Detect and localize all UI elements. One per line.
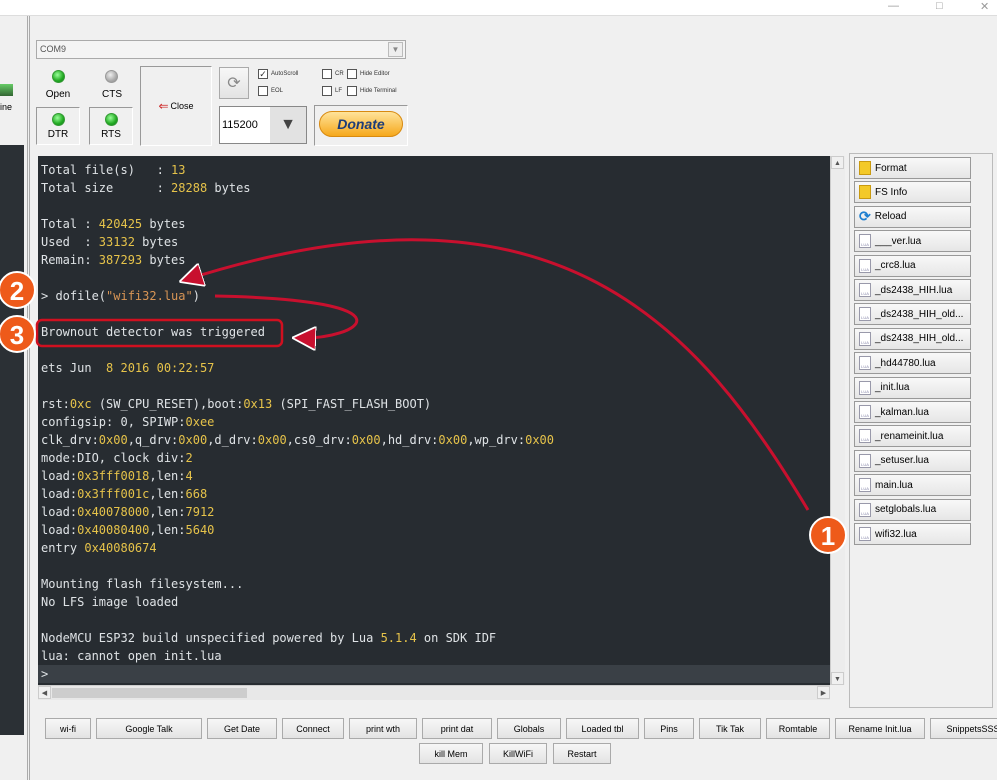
snippet-button[interactable]: KillWiFi xyxy=(489,743,547,764)
snippet-row-1: wi-fi Google Talk Get Date Connect print wth… xyxy=(45,718,997,739)
snippet-button[interactable]: Rename Init.lua xyxy=(835,718,925,739)
highlight-box xyxy=(35,318,284,348)
snippet-button[interactable]: wi-fi xyxy=(45,718,91,739)
snippet-button[interactable]: Connect xyxy=(282,718,344,739)
marker-2: 2 xyxy=(0,271,36,309)
snippet-button[interactable]: Restart xyxy=(553,743,611,764)
snippet-button[interactable]: Tik Tak xyxy=(699,718,761,739)
snippet-button[interactable]: Get Date xyxy=(207,718,277,739)
snippet-button[interactable]: print wth xyxy=(349,718,417,739)
marker-3-label: 3 xyxy=(10,320,24,350)
marker-1: 1 xyxy=(809,516,847,554)
snippet-button[interactable]: Google Talk xyxy=(96,718,202,739)
marker-2-label: 2 xyxy=(10,276,24,306)
snippet-button[interactable]: Pins xyxy=(644,718,694,739)
snippet-button[interactable]: Globals xyxy=(497,718,561,739)
arrow-1-to-2 xyxy=(185,238,810,511)
annotation-overlay: 1 2 3 xyxy=(0,238,847,554)
arrow-2-to-3 xyxy=(214,294,359,338)
snippet-row-2: kill Mem KillWiFi Restart xyxy=(419,743,611,764)
snippet-button[interactable]: SnippetsSSSS xyxy=(930,718,997,739)
marker-1-label: 1 xyxy=(821,521,835,551)
snippet-button[interactable]: kill Mem xyxy=(419,743,483,764)
snippet-button[interactable]: Romtable xyxy=(766,718,830,739)
snippet-button[interactable]: Loaded tbl xyxy=(566,718,639,739)
snippet-button[interactable]: print dat xyxy=(422,718,492,739)
marker-3: 3 xyxy=(0,315,36,353)
